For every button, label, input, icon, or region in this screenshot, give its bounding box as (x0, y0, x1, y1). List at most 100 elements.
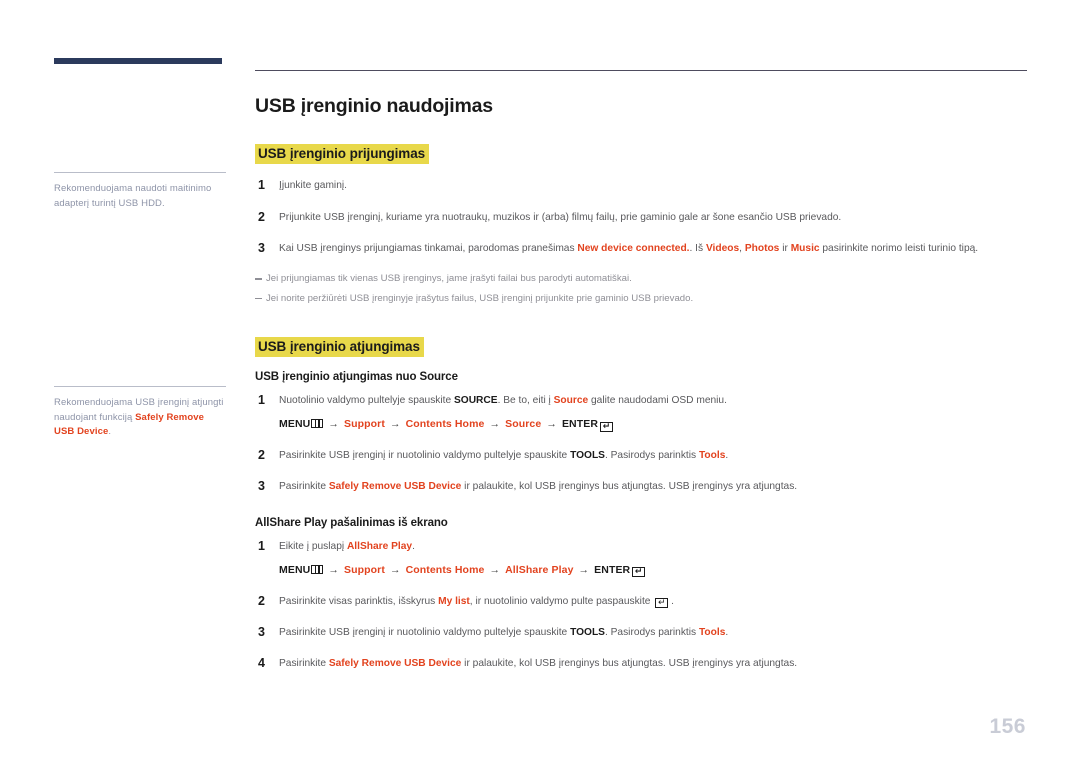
step-text: Nuotolinio valdymo pultelyje spauskite (279, 395, 454, 407)
highlight-term: Tools (698, 450, 726, 462)
numbered-step: 3 Kai USB įrenginys prijungiamas tinkamai… (255, 241, 1027, 256)
step-body: Pasirinkite Safely Remove USB Device ir … (279, 481, 797, 492)
step-text: galite naudodami OSD meniu. (588, 395, 727, 407)
numbered-step: 3 Pasirinkite USB įrenginį ir nuotolinio … (255, 625, 1027, 640)
step-text: , ir nuotolinio valdymo pulte paspauskit… (469, 595, 654, 607)
sidebar-note-2-text-after: . (108, 426, 112, 438)
main-content: USB įrenginio naudojimas USB įrenginio p… (255, 70, 1027, 688)
menu-path: MENU → Support → Contents Home → AllShar… (279, 563, 1027, 578)
step-number: 1 (258, 393, 265, 408)
arrow-right-icon: → (543, 418, 560, 431)
step-text: ir palaukite, kol USB įrenginys bus atju… (461, 481, 798, 493)
step-text: . (412, 540, 415, 552)
arrow-right-icon: → (325, 563, 342, 576)
step-text: Pasirinkite USB įrenginį ir nuotolinio v… (279, 626, 571, 638)
highlight-term: Safely Remove USB Device (328, 658, 462, 670)
menu-path-item[interactable]: Support (344, 418, 385, 430)
highlight-term: Source (553, 395, 589, 407)
step-text: Pasirinkite (279, 481, 329, 493)
section-heading: USB įrenginio prijungimas (255, 144, 430, 165)
sidebar-note-1-text: Rekomenduojama naudoti maitinimo adapter… (54, 183, 212, 209)
step-number: 2 (258, 209, 265, 224)
header-rule (255, 70, 1027, 72)
sections-container: USB įrenginio prijungimas 1 Įjunkite gamin… (255, 144, 1027, 671)
sidebar-note-1: Rekomenduojama naudoti maitinimo adapter… (54, 172, 226, 211)
section: USB įrenginio atjungimas USB įrenginio at… (255, 337, 1027, 671)
step-number: 2 (258, 448, 265, 463)
step-body: Eikite į puslapį AllShare Play. (279, 541, 415, 552)
arrow-right-icon: → (486, 563, 504, 576)
bold-term: TOOLS (570, 626, 605, 638)
step-text: . (725, 450, 729, 462)
highlight-term: New device connected. (577, 242, 690, 254)
menu-path-item[interactable]: AllShare Play (505, 564, 573, 576)
numbered-step: 1 Eikite į puslapį AllShare Play. MENU → S… (255, 539, 1027, 578)
arrow-right-icon: → (386, 563, 404, 576)
menu-grid-icon (311, 419, 324, 429)
arrow-right-icon: → (486, 418, 504, 431)
highlight-term: Safely Remove USB Device (328, 481, 462, 493)
step-body: Pasirinkite Safely Remove USB Device ir … (279, 658, 797, 669)
highlight-term: Photos (744, 242, 780, 254)
step-number: 3 (258, 624, 265, 639)
step-body: Įjunkite gaminį. (279, 180, 347, 191)
step-number: 2 (258, 593, 265, 608)
note-item: Jei norite peržiūrėti USB įrenginyje įra… (255, 292, 1027, 306)
enter-key-icon: ↵ (655, 598, 669, 609)
arrow-right-icon: → (325, 418, 342, 431)
subsection-heading: AllShare Play pašalinimas iš ekrano (255, 516, 448, 529)
step-text: Pasirinkite visas parinktis, išskyrus (279, 595, 439, 607)
numbered-step: 2 Prijunkite USB įrenginį, kuriame yra nu… (255, 210, 1027, 225)
numbered-step: 4 Pasirinkite Safely Remove USB Device ir… (255, 656, 1027, 671)
menu-path-item[interactable]: Contents Home (406, 418, 485, 430)
step-text: Pasirinkite USB įrenginį ir nuotolinio v… (279, 450, 571, 462)
step-body: Pasirinkite USB įrenginį ir nuotolinio v… (279, 450, 728, 461)
step-text: Kai USB įrenginys prijungiamas tinkamai,… (279, 242, 578, 254)
section: USB įrenginio prijungimas 1 Įjunkite gamin… (255, 144, 1027, 337)
numbered-step: 2 Pasirinkite USB įrenginį ir nuotolinio … (255, 448, 1027, 463)
arrow-right-icon: → (575, 563, 593, 576)
step-text: . Iš (689, 242, 706, 254)
menu-path-item[interactable]: Contents Home (406, 564, 485, 576)
sidebar-navy-bar (54, 58, 222, 64)
subsection-heading: USB įrenginio atjungimas nuo Source (255, 371, 458, 384)
notes-block: Jei prijungiamas tik vienas USB įrenginy… (255, 272, 1027, 306)
highlight-term: Videos (705, 242, 740, 254)
note-item: Jei prijungiamas tik vienas USB įrenginy… (255, 272, 1027, 286)
step-body: Prijunkite USB įrenginį, kuriame yra nuo… (279, 212, 841, 223)
step-number: 4 (258, 656, 265, 671)
numbered-step: 1 Įjunkite gaminį. (255, 178, 1027, 193)
menu-path-item[interactable]: Support (344, 564, 385, 576)
section-heading: USB įrenginio atjungimas (255, 337, 424, 358)
highlight-term: AllShare Play (346, 540, 413, 552)
step-text: pasirinkite norimo leisti turinio tipą. (819, 242, 979, 254)
step-text: . (668, 595, 674, 607)
sidebar-note-divider (54, 386, 226, 387)
step-body: Pasirinkite USB įrenginį ir nuotolinio v… (279, 627, 728, 638)
enter-key-icon: ↵ (600, 421, 614, 432)
menu-path-lead: MENU (279, 563, 311, 576)
menu-path: MENU → Support → Contents Home → Source … (279, 417, 1027, 432)
bold-term: SOURCE (453, 395, 498, 407)
menu-grid-icon (311, 564, 324, 574)
highlight-term: My list (438, 595, 470, 607)
step-text: Pasirinkite (279, 658, 329, 670)
arrow-right-icon: → (386, 418, 404, 431)
step-text: Eikite į puslapį (279, 540, 347, 552)
step-number: 1 (258, 178, 265, 193)
step-text: ir palaukite, kol USB įrenginys bus atju… (461, 658, 798, 670)
step-text: . Pasirodys parinktis (604, 450, 699, 462)
step-body: Nuotolinio valdymo pultelyje spauskite S… (279, 395, 727, 406)
sidebar-note-2: Rekomenduojama USB įrenginį atjungti nau… (54, 386, 226, 440)
highlight-term: Tools (698, 626, 726, 638)
bold-term: TOOLS (570, 450, 605, 462)
step-number: 3 (258, 240, 265, 255)
menu-path-item[interactable]: Source (505, 418, 541, 430)
step-text: Prijunkite USB įrenginį, kuriame yra nuo… (279, 211, 842, 223)
step-body: Kai USB įrenginys prijungiamas tinkamai,… (279, 243, 978, 254)
sidebar-decorative-bar-wrap (54, 58, 224, 64)
step-text: . (725, 626, 729, 638)
enter-key-icon: ↵ (632, 567, 646, 578)
numbered-step: 3 Pasirinkite Safely Remove USB Device ir… (255, 479, 1027, 494)
